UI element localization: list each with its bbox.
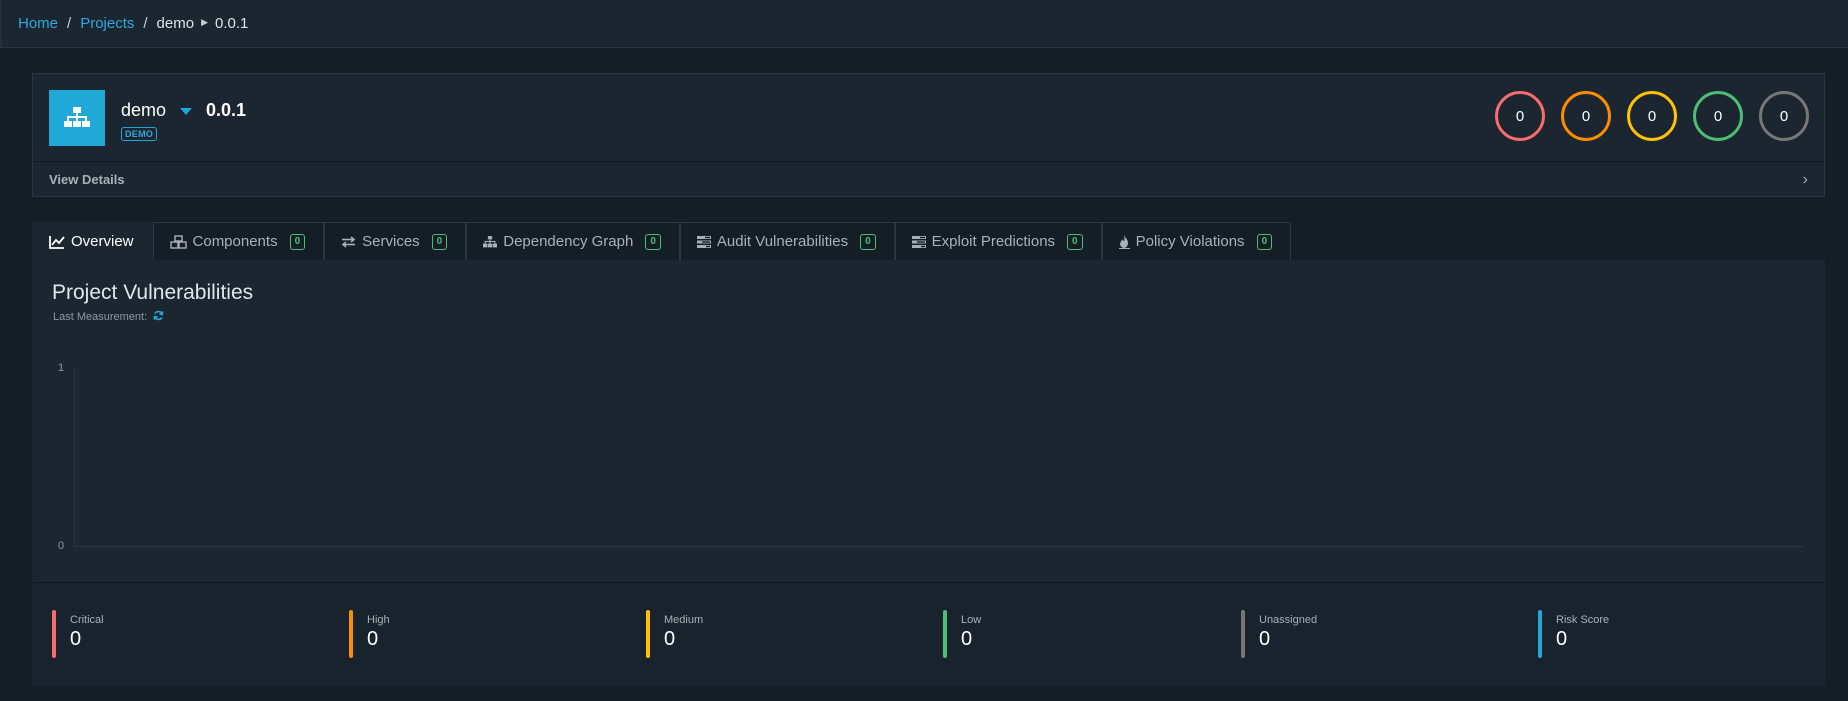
tab-audit-vulnerabilities[interactable]: Audit Vulnerabilities 0 bbox=[679, 222, 895, 260]
stat-color-bar bbox=[52, 610, 56, 658]
view-details-label: View Details bbox=[49, 172, 125, 187]
stat-color-bar bbox=[943, 610, 947, 658]
stat-label: Low bbox=[961, 614, 982, 626]
medium-count-circle: 0 bbox=[1627, 91, 1677, 141]
breadcrumb-home-link[interactable]: Home bbox=[18, 15, 58, 32]
stat-value: 0 bbox=[70, 628, 82, 650]
tab-label: Components bbox=[192, 233, 278, 250]
breadcrumb-projects-link[interactable]: Projects bbox=[80, 15, 134, 32]
stat-value: 0 bbox=[1259, 628, 1271, 650]
tab-overview[interactable]: Overview bbox=[32, 222, 153, 260]
stat-value: 0 bbox=[1556, 628, 1568, 650]
chevron-right-icon: › bbox=[1802, 170, 1808, 188]
severity-circles: 0 0 0 0 0 bbox=[1495, 91, 1809, 141]
fire-icon bbox=[1118, 234, 1130, 249]
services-count-badge: 0 bbox=[431, 233, 448, 250]
tab-label: Policy Violations bbox=[1135, 233, 1245, 250]
project-version: 0.0.1 bbox=[206, 100, 247, 120]
critical-count-circle: 0 bbox=[1495, 91, 1545, 141]
project-header: demo 0.0.1 DEMO 0 0 0 0 0 bbox=[33, 74, 1824, 162]
stat-value: 0 bbox=[367, 628, 379, 650]
stat-low: Low 0 bbox=[943, 610, 981, 658]
breadcrumb-project: demo bbox=[156, 15, 195, 32]
project-tag[interactable]: DEMO bbox=[121, 127, 158, 141]
caret-down-icon[interactable] bbox=[180, 108, 193, 115]
stat-unassigned: Unassigned 0 bbox=[1241, 610, 1317, 658]
last-measurement: Last Measurement: bbox=[53, 309, 164, 324]
stat-risk-score: Risk Score 0 bbox=[1538, 610, 1609, 658]
tab-dependency-graph[interactable]: Dependency Graph 0 bbox=[466, 222, 680, 260]
y-axis-line bbox=[74, 367, 75, 547]
audit-vulnerabilities-count-badge: 0 bbox=[860, 233, 876, 250]
line-chart-icon bbox=[49, 235, 65, 249]
tab-label: Dependency Graph bbox=[503, 233, 634, 250]
tab-label: Services bbox=[362, 233, 420, 250]
stat-label: Critical bbox=[70, 614, 104, 626]
last-measurement-label: Last Measurement: bbox=[53, 310, 148, 323]
dependency-graph-count-badge: 0 bbox=[645, 233, 661, 250]
y-tick-label: 1 bbox=[58, 362, 65, 374]
vulnerabilities-chart: Project Vulnerabilities Last Measurement… bbox=[33, 261, 1824, 583]
low-count-circle: 0 bbox=[1693, 91, 1743, 141]
tasks-icon bbox=[911, 235, 926, 248]
sitemap-icon bbox=[49, 90, 105, 146]
stat-high: High 0 bbox=[349, 610, 390, 658]
stat-color-bar bbox=[1241, 610, 1245, 658]
x-axis-line bbox=[74, 546, 1803, 547]
tab-label: Exploit Predictions bbox=[931, 233, 1056, 250]
tab-services[interactable]: Services 0 bbox=[324, 222, 467, 260]
components-count-badge: 0 bbox=[289, 233, 306, 250]
project-name: demo bbox=[121, 100, 167, 120]
policy-violations-count-badge: 0 bbox=[1256, 233, 1273, 250]
tab-policy-violations[interactable]: Policy Violations 0 bbox=[1101, 222, 1292, 260]
stat-medium: Medium 0 bbox=[646, 610, 703, 658]
refresh-icon[interactable] bbox=[153, 309, 164, 324]
high-count-circle: 0 bbox=[1561, 91, 1611, 141]
stat-critical: Critical 0 bbox=[52, 610, 104, 658]
tab-label: Overview bbox=[71, 233, 134, 250]
caret-right-icon: ▶ bbox=[201, 17, 208, 27]
stat-label: Medium bbox=[664, 614, 704, 626]
cubes-icon bbox=[169, 234, 187, 249]
breadcrumb: Home / Projects / demo ▶ 0.0.1 bbox=[0, 0, 1848, 48]
sitemap-icon bbox=[483, 235, 498, 248]
stat-value: 0 bbox=[961, 628, 973, 650]
y-tick-label: 0 bbox=[58, 540, 65, 552]
severity-stats: Critical 0 High 0 Medium 0 Low 0 Unassig… bbox=[33, 583, 1824, 686]
breadcrumb-version: 0.0.1 bbox=[215, 15, 249, 32]
stat-color-bar bbox=[1538, 610, 1542, 658]
stat-label: High bbox=[367, 614, 390, 626]
tab-label: Audit Vulnerabilities bbox=[716, 233, 849, 250]
view-details-link[interactable]: View Details › bbox=[33, 162, 1824, 197]
tab-exploit-predictions[interactable]: Exploit Predictions 0 bbox=[894, 222, 1102, 260]
stat-label: Unassigned bbox=[1259, 614, 1318, 626]
unassigned-count-circle: 0 bbox=[1759, 91, 1809, 141]
exchange-icon bbox=[341, 235, 356, 248]
stat-color-bar bbox=[349, 610, 353, 658]
project-card: demo 0.0.1 DEMO 0 0 0 0 0 View Details › bbox=[32, 73, 1825, 197]
panel-title: Project Vulnerabilities bbox=[52, 281, 254, 304]
tab-components[interactable]: Components 0 bbox=[152, 222, 325, 260]
tasks-icon bbox=[696, 235, 711, 248]
project-title: demo 0.0.1 bbox=[121, 100, 246, 121]
stat-color-bar bbox=[646, 610, 650, 658]
stat-label: Risk Score bbox=[1556, 614, 1610, 626]
breadcrumb-separator: / bbox=[143, 15, 148, 32]
project-tabs: Overview Components 0 Services 0 Depende… bbox=[32, 222, 1292, 260]
stat-value: 0 bbox=[664, 628, 676, 650]
breadcrumb-separator: / bbox=[67, 15, 72, 32]
exploit-predictions-count-badge: 0 bbox=[1067, 233, 1083, 250]
overview-panel: Project Vulnerabilities Last Measurement… bbox=[32, 260, 1825, 686]
